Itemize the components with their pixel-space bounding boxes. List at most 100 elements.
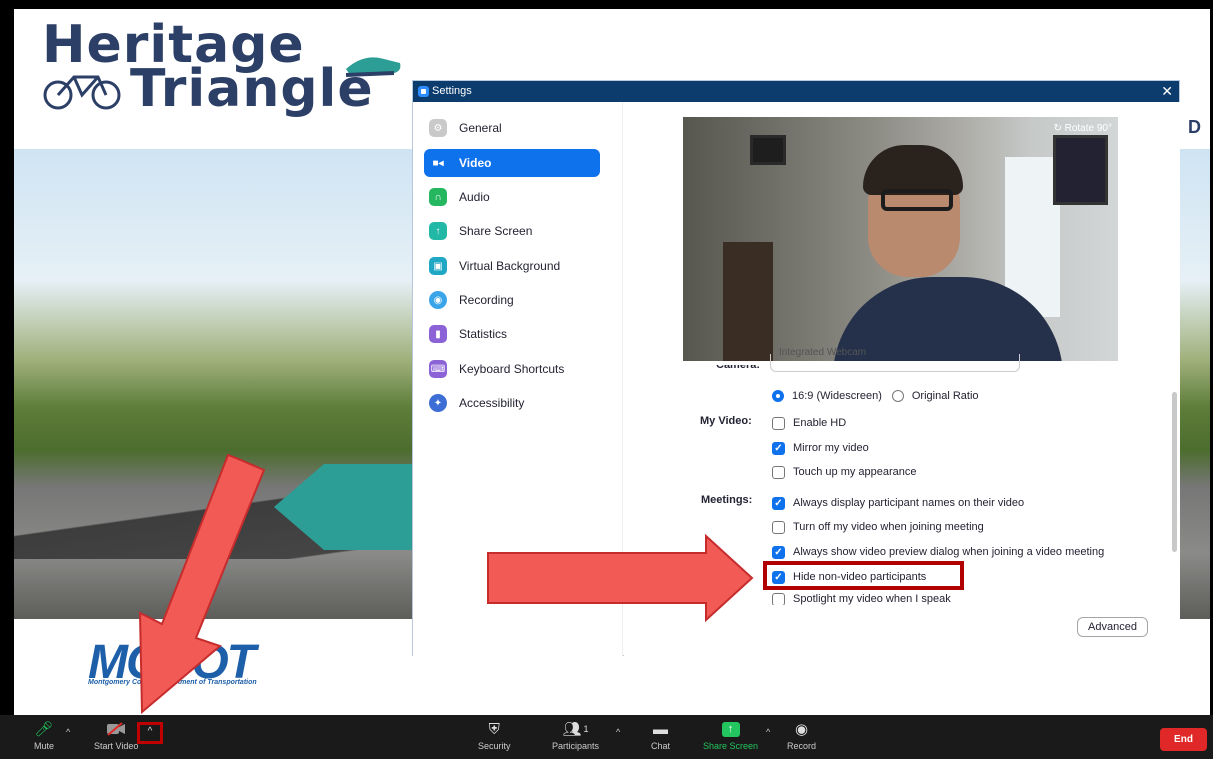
camera-select-value: Integrated Webcam [779, 347, 867, 358]
gear-icon: ⚙ [429, 119, 447, 137]
bar-chart-icon: ▮ [429, 325, 447, 343]
sidebar-item-keyboard-shortcuts[interactable]: ⌨ Keyboard Shortcuts [424, 355, 600, 383]
camera-row: Camera: Integrated Webcam [624, 348, 1180, 382]
checkbox-box[interactable] [772, 416, 785, 430]
participants-icon: 👥︎ 1 [562, 721, 589, 738]
highlight-box [763, 561, 964, 590]
checkbox-box[interactable] [772, 520, 785, 534]
record-button[interactable]: ◉ Record [787, 719, 816, 759]
preview-wall-frame [750, 135, 786, 165]
screen: Heritage Triangle MCDOT Montgomery Count… [0, 0, 1213, 759]
sidebar-item-general[interactable]: ⚙ General [424, 114, 600, 142]
sidebar-item-video[interactable]: ■◂ Video [424, 149, 600, 177]
checkbox-video-preview-dialog[interactable]: ✓ Always show video preview dialog when … [772, 543, 1104, 561]
checkbox-touch-up[interactable]: Touch up my appearance [772, 463, 917, 481]
share-screen-button[interactable]: ↑ Share Screen [703, 719, 758, 759]
checkbox-display-names[interactable]: ✓ Always display participant names on th… [772, 494, 1024, 512]
video-settings-panel: ↻ Rotate 90° Camera: Integrated Webcam 1… [624, 102, 1180, 656]
checkbox-turn-off-video[interactable]: Turn off my video when joining meeting [772, 518, 984, 536]
mute-options-caret[interactable]: ^ [66, 727, 70, 737]
participants-button[interactable]: 👥︎ 1 Participants [552, 719, 599, 759]
preview-bookshelf [723, 242, 773, 361]
radio-widescreen[interactable] [772, 390, 784, 402]
record-label: Record [787, 741, 817, 751]
scrollbar[interactable] [1172, 392, 1177, 552]
settings-titlebar: Settings ✕ [413, 81, 1179, 102]
checkbox-label: Spotlight my video when I speak [793, 593, 951, 605]
share-screen-options-caret[interactable]: ^ [766, 727, 770, 737]
share-screen-icon: ↑ [721, 719, 740, 739]
shoe-icon [345, 57, 401, 77]
security-button[interactable]: ⛨ Security [478, 719, 511, 759]
sidebar-item-virtual-background[interactable]: ▣ Virtual Background [424, 252, 600, 280]
chat-button[interactable]: ▬ Chat [651, 719, 670, 759]
rotate-label: Rotate 90° [1064, 123, 1112, 134]
checkmark-icon[interactable]: ✓ [772, 496, 785, 510]
chat-label: Chat [651, 741, 671, 751]
checkbox-label: Always show video preview dialog when jo… [793, 546, 1105, 558]
sidebar-item-audio[interactable]: ∩ Audio [424, 183, 600, 211]
person-background-icon: ▣ [429, 257, 447, 275]
checkbox-label: Turn off my video when joining meeting [793, 521, 984, 533]
start-video-button[interactable]: Start Video [94, 719, 138, 759]
end-meeting-button[interactable]: End [1160, 728, 1207, 751]
preview-wall-frame [1053, 135, 1108, 205]
headphones-icon: ∩ [429, 188, 447, 206]
checkbox-spotlight[interactable]: Spotlight my video when I speak [772, 593, 951, 605]
checkbox-label: Enable HD [793, 417, 847, 429]
sidebar-item-accessibility[interactable]: ✦ Accessibility [424, 389, 600, 417]
sidebar-item-label: Recording [459, 293, 514, 307]
checkmark-icon[interactable]: ✓ [772, 441, 785, 455]
participants-label: Participants [552, 741, 600, 751]
bicycle-icon [43, 75, 121, 110]
sidebar-item-label: General [459, 121, 502, 135]
checkbox-box[interactable] [772, 593, 785, 605]
video-preview: ↻ Rotate 90° [683, 117, 1118, 361]
advanced-button[interactable]: Advanced [1077, 617, 1148, 637]
sidebar-item-label: Accessibility [459, 396, 525, 410]
checkbox-box[interactable] [772, 465, 785, 479]
settings-title: Settings [432, 85, 472, 97]
accessibility-icon: ✦ [429, 394, 447, 412]
mute-button[interactable]: 🎤︎ Mute [34, 719, 54, 759]
sidebar-item-label: Video [459, 156, 492, 170]
share-screen-icon: ↑ [429, 222, 447, 240]
video-camera-icon: ■◂ [432, 157, 444, 169]
meetings-label: Meetings: [701, 494, 753, 506]
checkbox-label: Mirror my video [793, 442, 869, 454]
aspect-ratio-row: 16:9 (Widescreen) Original Ratio [772, 387, 979, 405]
my-video-label: My Video: [700, 415, 752, 427]
sidebar-item-label: Audio [459, 190, 490, 204]
record-icon: ◉ [429, 291, 447, 309]
participants-options-caret[interactable]: ^ [616, 727, 620, 737]
close-icon[interactable]: ✕ [1161, 81, 1173, 102]
start-video-label: Start Video [94, 741, 139, 751]
sidebar-item-share-screen[interactable]: ↑ Share Screen [424, 217, 600, 245]
record-icon: ◉ [794, 721, 809, 738]
radio-original-ratio-label: Original Ratio [911, 390, 979, 402]
security-label: Security [478, 741, 511, 751]
checkbox-label: Touch up my appearance [793, 466, 917, 478]
rotate-button[interactable]: ↻ Rotate 90° [1053, 123, 1112, 134]
slide-partial-letter: D [1188, 117, 1201, 137]
sidebar-item-recording[interactable]: ◉ Recording [424, 286, 600, 314]
sidebar-item-label: Keyboard Shortcuts [459, 362, 565, 376]
settings-sidebar: ⚙ General ■◂ Video ∩ Audio ↑ Share Scree… [413, 102, 623, 656]
camera-select[interactable]: Integrated Webcam [770, 348, 1020, 372]
meeting-toolbar [0, 715, 1213, 759]
mute-label: Mute [34, 741, 55, 751]
sidebar-item-statistics[interactable]: ▮ Statistics [424, 320, 600, 348]
checkbox-label: Always display participant names on thei… [793, 497, 1025, 509]
checkbox-enable-hd[interactable]: Enable HD [772, 414, 846, 432]
checkmark-icon[interactable]: ✓ [772, 545, 785, 559]
video-options-caret[interactable]: ^ [137, 722, 163, 744]
preview-person-hair [863, 145, 963, 195]
sidebar-item-label: Virtual Background [459, 259, 561, 273]
settings-window: Settings ✕ ⚙ General ■◂ Video ∩ Audio ↑ … [412, 80, 1180, 656]
checkbox-mirror-video[interactable]: ✓ Mirror my video [772, 439, 869, 457]
video-off-icon [106, 719, 126, 739]
share-screen-label: Share Screen [703, 741, 759, 751]
radio-original-ratio[interactable] [891, 390, 904, 402]
shield-icon: ⛨ [488, 720, 500, 738]
chat-bubble-icon: ▬ [653, 720, 668, 738]
